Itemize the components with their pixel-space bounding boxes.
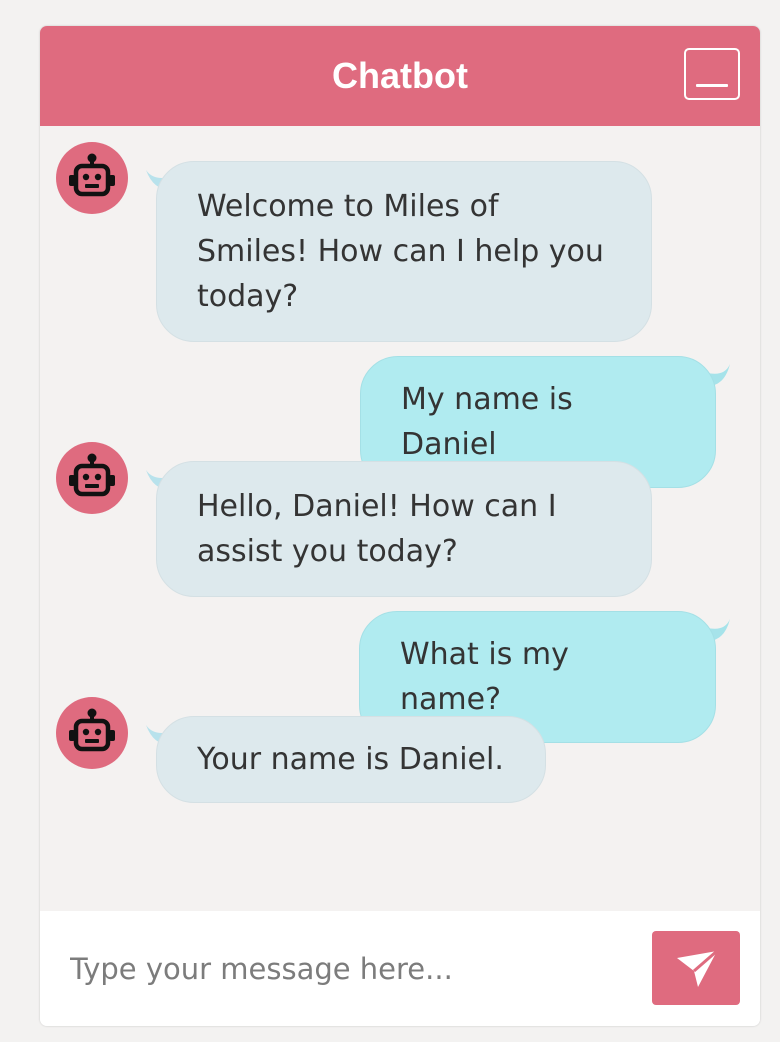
chat-header: Chatbot (40, 26, 760, 126)
input-bar (40, 911, 760, 1026)
message-list: Welcome to Miles of Smiles! How can I he… (40, 126, 760, 911)
chat-title: Chatbot (332, 55, 468, 96)
minimize-icon (696, 84, 728, 87)
send-button[interactable] (652, 931, 740, 1005)
robot-icon (69, 453, 115, 497)
send-icon (677, 950, 718, 987)
bot-message: Hello, Daniel! How can I assist you toda… (156, 461, 652, 597)
robot-icon (69, 153, 115, 197)
chat-window: Chatbot Welcome to Miles of Smiles! How … (40, 26, 760, 1026)
bot-avatar (56, 697, 128, 769)
message-input[interactable] (40, 911, 640, 1026)
bot-message: Welcome to Miles of Smiles! How can I he… (156, 161, 652, 342)
bot-avatar (56, 142, 128, 214)
bot-message: Your name is Daniel. (156, 716, 546, 803)
robot-icon (69, 708, 115, 752)
minimize-button[interactable] (684, 48, 740, 100)
bot-avatar (56, 442, 128, 514)
